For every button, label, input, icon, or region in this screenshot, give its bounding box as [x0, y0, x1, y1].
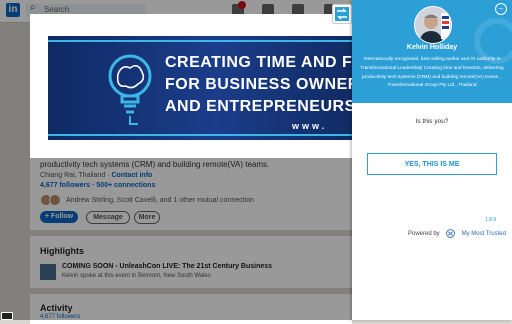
extension-button[interactable]	[332, 4, 352, 24]
brand-name: My Most Trusted	[461, 230, 506, 237]
powered-by-row[interactable]: Powered by My Most Trusted	[408, 225, 506, 239]
avatar	[414, 6, 452, 44]
bio-line: Transformational Leadership| Creating ti…	[360, 65, 504, 71]
swap-icon	[335, 7, 349, 21]
banner-headline-3: AND ENTREPRENEURS	[165, 98, 354, 115]
my-most-trusted-logo-icon	[446, 229, 456, 239]
panel-header: – Kelvin Holliday Internationally recogn…	[352, 0, 512, 103]
banner-headline-1: CREATING TIME AND FR	[165, 54, 354, 71]
banner-headline-2: FOR BUSINESS OWNERS	[165, 76, 354, 93]
lightbulb-brain-icon	[108, 54, 152, 125]
banner-stripe	[48, 134, 354, 136]
person-name: Kelvin Holliday	[406, 44, 458, 51]
bio-line: Transformational Group Pty Ltd., Thailan…	[387, 83, 477, 89]
version-label: 1.8.9	[485, 217, 497, 223]
powered-by-text: Powered by	[408, 230, 440, 237]
confirm-identity-button[interactable]: YES, THIS IS ME	[367, 153, 497, 175]
person-bio: Internationally recognised, best selling…	[358, 56, 506, 91]
bio-line: Internationally recognised, best selling…	[363, 57, 501, 62]
close-icon[interactable]: –	[495, 3, 507, 15]
confirmation-question: Is this you?	[415, 118, 449, 125]
banner-url: www.	[292, 121, 328, 131]
profile-photo	[415, 7, 451, 43]
banner-stripe	[48, 40, 354, 42]
keyboard-indicator	[1, 312, 13, 320]
extension-side-panel: – Kelvin Holliday Internationally recogn…	[352, 0, 512, 320]
profile-banner-image: CREATING TIME AND FR FOR BUSINESS OWNERS…	[48, 36, 354, 140]
bio-line: productivity tech systems (CRM) and buil…	[361, 74, 503, 80]
banner-popup: CREATING TIME AND FR FOR BUSINESS OWNERS…	[30, 14, 354, 158]
